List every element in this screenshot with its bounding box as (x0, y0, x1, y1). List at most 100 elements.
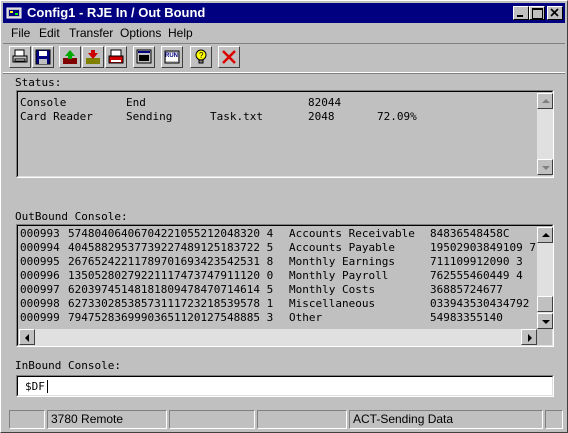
status-count: 2048 (308, 110, 335, 123)
scroll-down-button[interactable] (537, 313, 553, 329)
outbound-amount: 762555460449 4 (430, 269, 523, 282)
menu-file[interactable]: File (11, 26, 30, 40)
scroll-up-button[interactable] (537, 93, 553, 109)
help-bulb-icon: ? (195, 49, 207, 64)
maximize-button[interactable] (529, 6, 545, 20)
status-label: Status: (15, 76, 62, 89)
help-button[interactable]: ? (190, 46, 212, 68)
close-x-icon (222, 50, 236, 64)
outbound-row: 000998 62733028538573111723218539578 1 Mis… (20, 297, 537, 311)
status-state: End (126, 96, 146, 109)
status-state: Sending (126, 110, 173, 123)
outbound-vscroll[interactable] (537, 227, 553, 329)
scroll-down-button[interactable] (537, 159, 553, 175)
outbound-description: Other (289, 311, 323, 324)
run-label: RUN (165, 53, 178, 59)
outbound-description: Monthly Payroll (289, 269, 389, 282)
scroll-up-button[interactable] (537, 227, 553, 243)
save-button[interactable] (32, 46, 54, 68)
left-arrow-icon (25, 334, 29, 342)
outbound-number: 62039745148181809478470714614 5 (68, 283, 274, 296)
outbound-amount: 36885724677 (430, 283, 503, 296)
toolbar: RUN ? (3, 43, 565, 73)
status-row: Console End 82044 (20, 96, 530, 110)
status-pct: 72.09% (377, 110, 417, 123)
status-bar: 3780 Remote ACT-Sending Data (3, 408, 565, 430)
outbound-seq: 000993 (20, 227, 60, 240)
upload-icon (63, 50, 77, 64)
outbound-description: Accounts Receivable (289, 227, 415, 240)
status-device: Console (20, 96, 67, 109)
outbound-number: 57480406406704221055212048320 4 (68, 227, 274, 240)
main-window: Config1 - RJE In / Out Bound File Edit T… (0, 0, 568, 433)
inbound-input[interactable]: $DF (16, 375, 554, 397)
print-button[interactable] (9, 46, 31, 68)
status-count: 82044 (308, 96, 342, 109)
download-icon (86, 50, 100, 64)
scroll-right-button[interactable] (521, 329, 537, 345)
outbound-amount: 84836548458C (430, 227, 510, 240)
inbound-value: $DF (25, 380, 45, 393)
printer-button[interactable] (105, 46, 127, 68)
outbound-row: 000995 26765242211789701693423542531 8 Mon… (20, 255, 537, 269)
outbound-panel: 000993 57480406406704221055212048320 4 Acc… (16, 224, 554, 347)
outbound-description: Monthly Earnings (289, 255, 395, 268)
scroll-left-button[interactable] (19, 329, 35, 345)
statusbar-panel (257, 410, 347, 429)
outbound-number: 40458829537739227489125183722 5 (68, 241, 274, 254)
outbound-row: 000996 13505280279221117473747911120 0 Mon… (20, 269, 537, 283)
outbound-row: 000999 79475283699903651120127548885 3 Oth… (20, 311, 537, 325)
title-bar[interactable]: Config1 - RJE In / Out Bound (3, 3, 565, 23)
outbound-number: 79475283699903651120127548885 3 (68, 311, 274, 324)
outbound-number: 13505280279221117473747911120 0 (68, 269, 274, 282)
outbound-row: 000993 57480406406704221055212048320 4 Acc… (20, 227, 537, 241)
upload-button[interactable] (59, 46, 81, 68)
outbound-description: Accounts Payable (289, 241, 395, 254)
menu-edit[interactable]: Edit (39, 26, 60, 40)
close-button[interactable] (547, 6, 563, 20)
down-arrow-icon (542, 166, 550, 170)
outbound-seq: 000996 (20, 269, 60, 282)
text-cursor (47, 380, 48, 393)
scroll-thumb[interactable] (537, 296, 553, 312)
save-icon (35, 49, 51, 65)
outbound-number: 26765242211789701693423542531 8 (68, 255, 274, 268)
minimize-icon (517, 15, 523, 17)
console-button[interactable] (133, 46, 155, 68)
status-panel: Console End 82044 Card Reader Sending Ta… (16, 90, 554, 178)
run-button[interactable]: RUN (161, 46, 183, 68)
statusbar-panel (9, 410, 45, 429)
up-arrow-icon (542, 233, 550, 237)
outbound-label: OutBound Console: (15, 210, 128, 223)
status-device: Card Reader (20, 110, 93, 123)
svg-text:?: ? (199, 51, 204, 60)
console-icon (136, 49, 152, 64)
outbound-seq: 000995 (20, 255, 60, 268)
statusbar-activity: ACT-Sending Data (349, 410, 543, 429)
up-arrow-icon (542, 99, 550, 103)
status-file: Task.txt (210, 110, 263, 123)
outbound-seq: 000998 (20, 297, 60, 310)
minimize-button[interactable] (513, 6, 529, 20)
menu-transfer[interactable]: Transfer (69, 26, 113, 40)
inbound-label: InBound Console: (15, 359, 121, 372)
statusbar-panel (545, 410, 563, 429)
outbound-amount: 19502903849109 7 (430, 241, 536, 254)
print-icon (12, 49, 28, 63)
outbound-amount: 54983355140 (430, 311, 503, 324)
outbound-hscroll[interactable] (19, 329, 537, 345)
status-row: Card Reader Sending Task.txt 2048 72.09% (20, 110, 530, 124)
download-button[interactable] (82, 46, 104, 68)
outbound-amount: 033943530434792 (430, 297, 530, 310)
status-vscroll[interactable] (537, 93, 553, 175)
outbound-row: 000997 62039745148181809478470714614 5 Mon… (20, 283, 537, 297)
printer-icon (108, 49, 124, 64)
outbound-seq: 000994 (20, 241, 60, 254)
outbound-number: 62733028538573111723218539578 1 (68, 297, 274, 310)
outbound-row: 000994 40458829537739227489125183722 5 Acc… (20, 241, 537, 255)
outbound-list: 000993 57480406406704221055212048320 4 Acc… (20, 227, 537, 328)
cancel-button[interactable] (218, 46, 240, 68)
menu-options[interactable]: Options (120, 26, 161, 40)
menu-help[interactable]: Help (168, 26, 193, 40)
statusbar-mode: 3780 Remote (47, 410, 167, 429)
